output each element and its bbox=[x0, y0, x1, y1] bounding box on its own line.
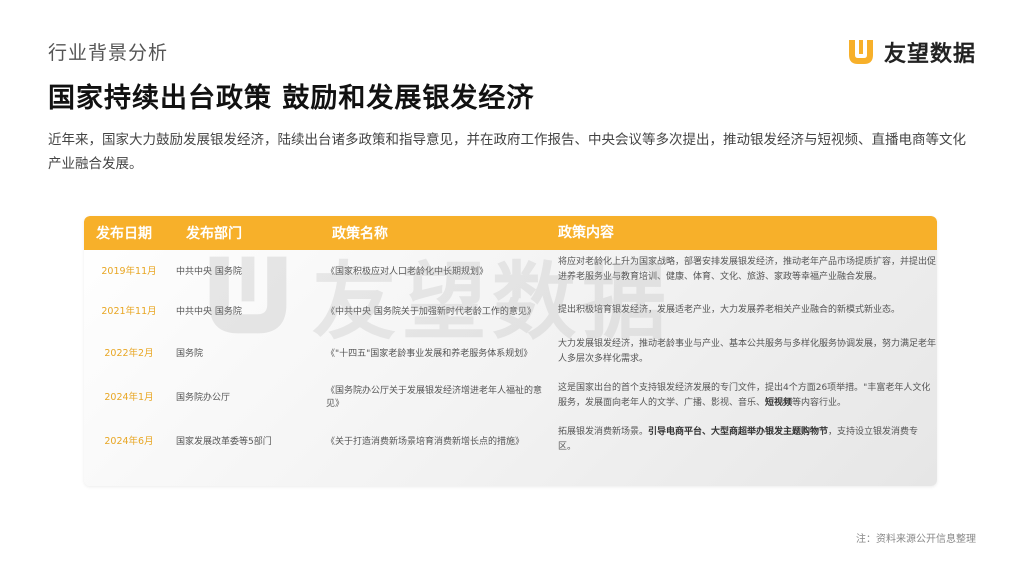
row-date: 2021年11月 bbox=[101, 306, 157, 317]
row-policy-name: 《"十四五"国家老龄事业发展和养老服务体系规划》 bbox=[326, 348, 533, 359]
row-dept: 中共中央 国务院 bbox=[176, 266, 242, 277]
table-row: 2021年11月 中共中央 国务院 《中共中央 国务院关于加强新时代老龄工作的意… bbox=[84, 290, 937, 330]
row-date: 2024年1月 bbox=[104, 392, 154, 403]
table-header: 发布日期 发布部门 政策名称 政策内容 bbox=[84, 216, 937, 250]
intro-paragraph: 近年来，国家大力鼓励发展银发经济，陆续出台诸多政策和指导意见，并在政府工作报告、… bbox=[48, 132, 966, 172]
page-title: 国家持续出台政策 鼓励和发展银发经济 bbox=[48, 83, 535, 114]
row-policy-name: 《关于打造消费新场景培育消费新增长点的措施》 bbox=[326, 436, 525, 447]
table-row: 2024年6月 国家发展改革委等5部门 《关于打造消费新场景培育消费新增长点的措… bbox=[84, 418, 937, 462]
row-dept: 国家发展改革委等5部门 bbox=[176, 436, 272, 447]
content-highlight: 引导电商平台、大型商超举办银发主题购物节 bbox=[648, 427, 829, 437]
row-date: 2022年2月 bbox=[104, 348, 154, 359]
row-dept: 中共中央 国务院 bbox=[176, 306, 242, 317]
row-policy-name: 《国家积极应对人口老龄化中长期规划》 bbox=[326, 266, 489, 277]
table-row: 2019年11月 中共中央 国务院 《国家积极应对人口老龄化中长期规划》 将应对… bbox=[84, 250, 937, 290]
col-header-dept: 发布部门 bbox=[186, 226, 242, 242]
row-policy-name: 《国务院办公厅关于发展银发经济增进老年人福祉的意见》 bbox=[326, 386, 543, 409]
row-dept: 国务院 bbox=[176, 348, 204, 359]
source-note: 注：资料来源公开信息整理 bbox=[856, 534, 976, 545]
row-policy-content: 这是国家出台的首个支持银发经济发展的专门文件，提出4个方面26项举措。"丰富老年… bbox=[558, 381, 936, 411]
col-header-date: 发布日期 bbox=[96, 226, 152, 242]
logo-text: 友望数据 bbox=[883, 42, 976, 67]
col-header-name: 政策名称 bbox=[332, 226, 388, 242]
row-policy-content: 大力发展银发经济，推动老龄事业与产业、基本公共服务与多样化服务协调发展，努力满足… bbox=[558, 339, 937, 364]
table-row: 2024年1月 国务院办公厅 《国务院办公厅关于发展银发经济增进老年人福祉的意见… bbox=[84, 374, 937, 418]
content-highlight: 短视频 bbox=[765, 398, 793, 408]
row-date: 2024年6月 bbox=[104, 436, 154, 447]
col-header-content: 政策内容 bbox=[558, 224, 614, 241]
row-policy-content: 提出积极培育银发经济，发展适老产业，大力发展养老相关产业融合的新模式新业态。 bbox=[558, 304, 901, 315]
content-text: 这是国家出台的首个支持银发经济发展的专门文件，提出4个方面26项举措。"丰富老年… bbox=[558, 383, 931, 408]
policy-table: 发布日期 发布部门 政策名称 政策内容 2019年11月 中共中央 国务院 《国… bbox=[84, 216, 937, 486]
row-date: 2019年11月 bbox=[101, 266, 157, 277]
row-policy-content: 将应对老龄化上升为国家战略，部署安排发展银发经济，推动老年产品市场提质扩容，并提… bbox=[558, 257, 937, 282]
row-policy-content: 拓展银发消费新场景。引导电商平台、大型商超举办银发主题购物节，支持设立银发消费专… bbox=[558, 425, 936, 455]
content-text: 等内容行业。 bbox=[792, 398, 847, 408]
brand-logo: 友望数据 bbox=[846, 36, 976, 68]
content-text: 拓展银发消费新场景。 bbox=[558, 427, 649, 437]
section-label: 行业背景分析 bbox=[48, 42, 169, 64]
table-row: 2022年2月 国务院 《"十四五"国家老龄事业发展和养老服务体系规划》 大力发… bbox=[84, 330, 937, 374]
logo-mark-icon bbox=[848, 40, 873, 64]
row-dept: 国务院办公厅 bbox=[176, 392, 231, 403]
row-policy-name: 《中共中央 国务院关于加强新时代老龄工作的意见》 bbox=[326, 306, 536, 317]
